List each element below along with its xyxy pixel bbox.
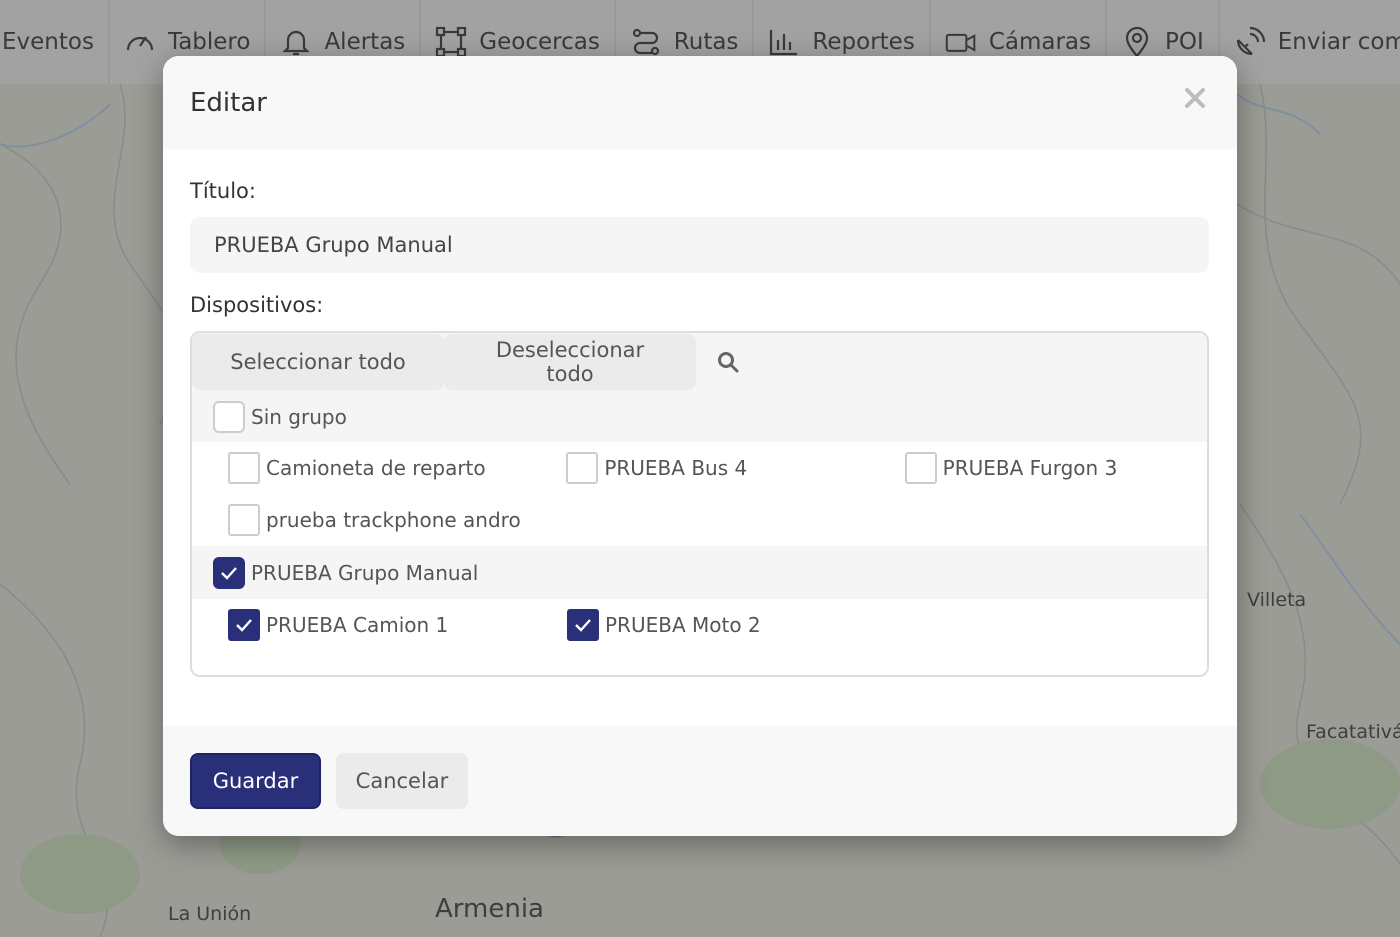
save-button[interactable]: Guardar bbox=[190, 753, 321, 809]
group-label: PRUEBA Grupo Manual bbox=[251, 560, 479, 585]
device-item: prueba trackphone andro bbox=[192, 504, 531, 536]
group-row-prueba-grupo-manual: PRUEBA Grupo Manual bbox=[192, 546, 1207, 599]
device-checkbox[interactable] bbox=[904, 452, 937, 484]
device-label: PRUEBA Bus 4 bbox=[604, 456, 748, 480]
device-checkbox[interactable] bbox=[228, 609, 260, 641]
device-checkbox[interactable] bbox=[228, 504, 260, 536]
select-all-button[interactable]: Seleccionar todo bbox=[192, 334, 444, 390]
checkmark-icon bbox=[236, 619, 252, 632]
checkmark-icon bbox=[575, 619, 591, 632]
device-checkbox[interactable] bbox=[567, 609, 599, 641]
group-label: Sin grupo bbox=[251, 404, 347, 429]
device-label: PRUEBA Moto 2 bbox=[605, 613, 761, 637]
title-input[interactable] bbox=[190, 217, 1209, 273]
device-label: prueba trackphone andro bbox=[266, 508, 521, 532]
devices-toolbar: Seleccionar todo Deseleccionar todo bbox=[192, 333, 1207, 391]
close-icon[interactable] bbox=[1181, 86, 1209, 114]
modal-header: Editar bbox=[163, 56, 1237, 149]
deselect-all-button[interactable]: Deseleccionar todo bbox=[444, 334, 696, 390]
checkmark-icon bbox=[221, 566, 237, 580]
device-item: PRUEBA Camion 1 bbox=[192, 609, 531, 641]
device-checkbox[interactable] bbox=[566, 452, 599, 484]
device-item: PRUEBA Furgon 3 bbox=[869, 452, 1207, 484]
edit-group-modal: Editar Título: Dispositivos: Seleccionar… bbox=[163, 56, 1237, 836]
device-row: prueba trackphone andro bbox=[192, 494, 1207, 546]
device-checkbox[interactable] bbox=[228, 452, 260, 484]
devices-selector: Seleccionar todo Deseleccionar todo Sin … bbox=[190, 331, 1209, 677]
device-item: Camioneta de reparto bbox=[192, 452, 530, 484]
title-field-label: Título: bbox=[190, 179, 256, 203]
modal-body: Título: Dispositivos: Seleccionar todo D… bbox=[163, 179, 1237, 677]
device-row: PRUEBA Camion 1 PRUEBA Moto 2 bbox=[192, 599, 1207, 651]
device-item: PRUEBA Bus 4 bbox=[530, 452, 868, 484]
device-list: Camioneta de reparto PRUEBA Bus 4 PRUEBA… bbox=[192, 442, 1207, 546]
devices-field-label: Dispositivos: bbox=[190, 293, 324, 317]
search-icon[interactable] bbox=[716, 350, 740, 374]
modal-footer: Guardar Cancelar bbox=[163, 726, 1237, 836]
device-item: PRUEBA Moto 2 bbox=[531, 609, 870, 641]
group-checkbox[interactable] bbox=[213, 400, 245, 433]
modal-title: Editar bbox=[190, 87, 267, 118]
device-label: PRUEBA Furgon 3 bbox=[942, 456, 1118, 480]
device-row: Camioneta de reparto PRUEBA Bus 4 PRUEBA… bbox=[192, 442, 1207, 494]
group-checkbox[interactable] bbox=[213, 556, 245, 589]
device-label: Camioneta de reparto bbox=[266, 456, 486, 480]
cancel-button[interactable]: Cancelar bbox=[336, 753, 468, 809]
device-list: PRUEBA Camion 1 PRUEBA Moto 2 bbox=[192, 599, 1207, 651]
group-row-sin-grupo: Sin grupo bbox=[192, 391, 1207, 442]
device-label: PRUEBA Camion 1 bbox=[266, 613, 449, 637]
